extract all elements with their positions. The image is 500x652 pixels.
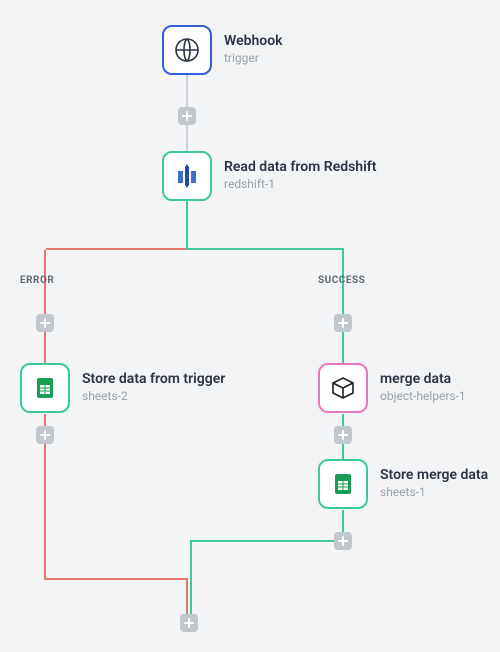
workflow-canvas: ERROR SUCCESS Webhook trigger Read: [0, 0, 500, 652]
node-webhook[interactable]: Webhook trigger: [162, 25, 283, 75]
node-label: Read data from Redshift redshift-1: [224, 159, 376, 193]
add-step-button[interactable]: [334, 314, 352, 332]
add-step-button[interactable]: [180, 614, 198, 632]
node-title: Read data from Redshift: [224, 159, 376, 176]
node-sheets-1[interactable]: Store merge data sheets-1: [318, 459, 488, 509]
node-subtitle: redshift-1: [224, 176, 376, 193]
sheets-icon[interactable]: [318, 459, 368, 509]
connector: [44, 250, 46, 363]
node-subtitle: sheets-2: [82, 388, 225, 405]
connector: [44, 578, 188, 580]
connector: [46, 248, 188, 250]
add-step-button[interactable]: [178, 107, 196, 125]
node-subtitle: trigger: [224, 50, 283, 67]
connector: [186, 123, 188, 153]
node-title: Webhook: [224, 33, 283, 50]
webhook-icon[interactable]: [162, 25, 212, 75]
connector: [186, 248, 344, 250]
connector: [186, 200, 188, 248]
node-label: Webhook trigger: [224, 33, 283, 67]
node-subtitle: sheets-1: [380, 484, 488, 501]
add-step-button[interactable]: [36, 426, 54, 444]
node-label: Store merge data sheets-1: [380, 467, 488, 501]
node-subtitle: object-helpers-1: [380, 388, 466, 405]
cube-icon[interactable]: [318, 363, 368, 413]
add-step-button[interactable]: [334, 426, 352, 444]
branch-label-success: SUCCESS: [318, 275, 365, 286]
sheets-icon[interactable]: [20, 363, 70, 413]
node-label: merge data object-helpers-1: [380, 371, 466, 405]
connector: [190, 540, 344, 542]
node-title: Store data from trigger: [82, 371, 225, 388]
add-step-button[interactable]: [334, 532, 352, 550]
add-step-button[interactable]: [36, 314, 54, 332]
node-title: Store merge data: [380, 467, 488, 484]
connector: [342, 250, 344, 363]
redshift-icon[interactable]: [162, 151, 212, 201]
branch-label-error: ERROR: [20, 275, 54, 286]
node-title: merge data: [380, 371, 466, 388]
node-merge[interactable]: merge data object-helpers-1: [318, 363, 466, 413]
node-sheets-2[interactable]: Store data from trigger sheets-2: [20, 363, 225, 413]
node-redshift[interactable]: Read data from Redshift redshift-1: [162, 151, 376, 201]
node-label: Store data from trigger sheets-2: [82, 371, 225, 405]
